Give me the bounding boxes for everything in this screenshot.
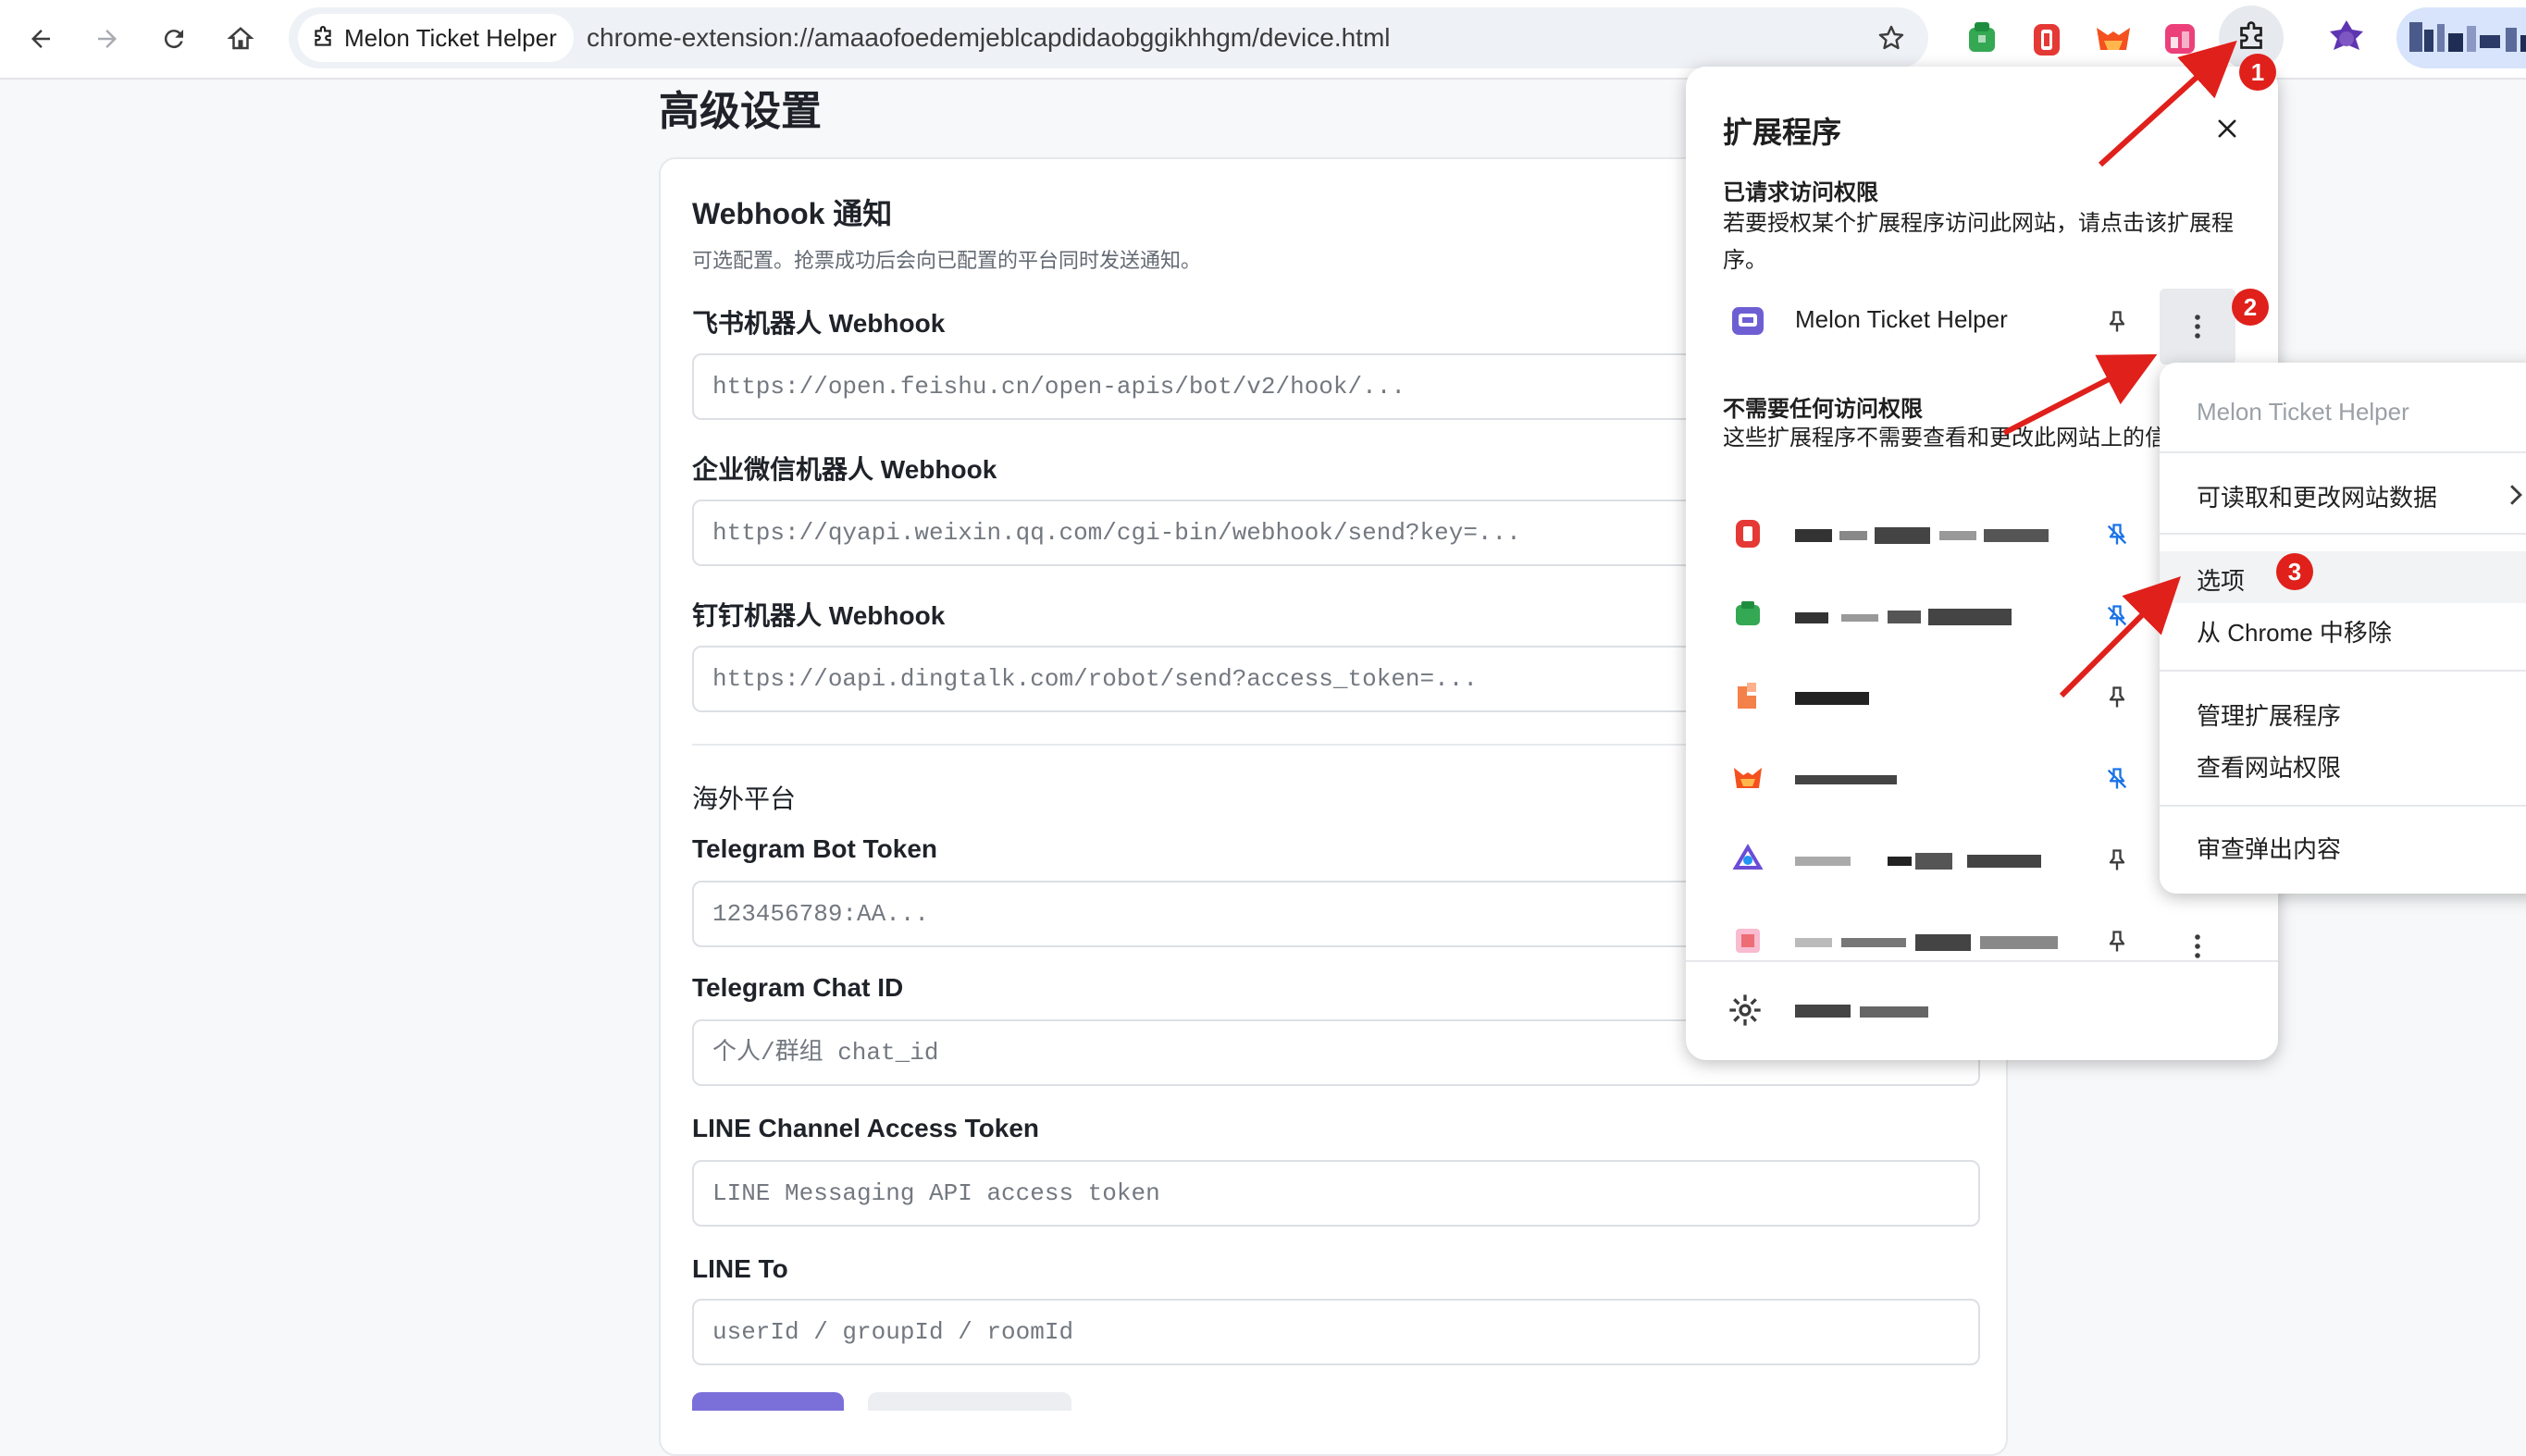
pinned-extension-purple-icon[interactable] (2324, 17, 2369, 61)
fox-extension-icon (1734, 768, 1762, 788)
no-access-description: 这些扩展程序不需要查看和更改此网站上的信息。 (1723, 426, 2204, 450)
close-icon (2218, 119, 2236, 138)
manage-extensions-row[interactable] (1686, 960, 2278, 1060)
pinned-extension-green-icon[interactable] (1960, 17, 2004, 61)
blurred-extension-name (1795, 692, 1869, 705)
site-chip-label: Melon Ticket Helper (344, 23, 557, 52)
melon-more-options-button[interactable] (2160, 289, 2235, 364)
gear-icon (1729, 994, 1761, 1026)
manage-extensions-item[interactable]: 管理扩展程序 (2197, 697, 2341, 732)
unpin-icon (2107, 605, 2127, 626)
save-button[interactable] (692, 1392, 844, 1411)
forward-button[interactable] (81, 13, 133, 65)
feishu-webhook-label: 飞书机器人 Webhook (692, 309, 946, 338)
extensions-puzzle-icon (2240, 21, 2262, 49)
extension-row-melon[interactable]: Melon Ticket Helper (1686, 285, 2278, 364)
extension-puzzle-icon (315, 26, 331, 46)
melon-pin-button[interactable] (2097, 302, 2137, 342)
site-info-chip[interactable]: Melon Ticket Helper (298, 14, 574, 62)
line-to-input[interactable] (692, 1299, 1980, 1365)
red-extension-icon (1736, 520, 1760, 548)
requested-access-description: 若要授权某个扩展程序访问此网站，请点击该扩展程序。 (1723, 211, 2234, 273)
line-token-label: LINE Channel Access Token (692, 1114, 1039, 1142)
profile-chip[interactable] (2396, 7, 2526, 68)
pin-button[interactable] (2097, 921, 2137, 962)
card-description: 可选配置。抢票成功后会向已配置的平台同时发送通知。 (692, 249, 1202, 272)
pin-icon (2109, 311, 2125, 332)
unpin-button[interactable] (2097, 514, 2137, 555)
reload-icon (164, 30, 183, 49)
context-menu-separator (2160, 805, 2526, 807)
telegram-chat-id-label: Telegram Chat ID (692, 973, 904, 1002)
melon-extension-name: Melon Ticket Helper (1795, 305, 2008, 333)
line-to-label: LINE To (692, 1254, 788, 1283)
unpin-icon (2107, 524, 2127, 545)
address-bar[interactable]: Melon Ticket Helper chrome-extension://a… (289, 7, 1928, 68)
popup-close-button[interactable] (2204, 105, 2250, 152)
pinned-extension-fox-icon[interactable] (2091, 17, 2136, 61)
card-title: Webhook 通知 (692, 197, 893, 230)
unpin-button[interactable] (2097, 596, 2137, 636)
pin-button[interactable] (2097, 840, 2137, 881)
annotation-badge-3: 3 (2276, 553, 2313, 590)
overseas-section-label: 海外平台 (692, 784, 797, 813)
context-menu-separator (2160, 533, 2526, 535)
pin-icon (2109, 931, 2125, 952)
pin-icon (2109, 686, 2125, 708)
blurred-extension-name (1795, 527, 2049, 544)
telegram-token-label: Telegram Bot Token (692, 834, 938, 863)
context-menu-separator (2160, 670, 2526, 672)
annotation-badge-2: 2 (2232, 289, 2269, 326)
blurred-extension-name (1795, 853, 2041, 870)
unpin-icon (2107, 768, 2127, 789)
view-site-permissions-item[interactable]: 查看网站权限 (2197, 749, 2341, 784)
pinned-extension-pink-icon[interactable] (2158, 17, 2202, 61)
more-vertical-icon (2195, 934, 2200, 958)
more-vertical-icon (2195, 315, 2200, 339)
url-text[interactable]: chrome-extension://amaaofoedemjeblcapdid… (587, 7, 1391, 68)
annotation-badge-1: 1 (2239, 54, 2276, 91)
page-title: 高级设置 (659, 89, 822, 134)
home-icon (227, 27, 254, 50)
blurred-extension-name (1795, 609, 2012, 625)
pin-icon (2109, 849, 2125, 870)
forward-arrow-icon (98, 30, 117, 48)
dingtalk-webhook-label: 钉钉机器人 Webhook (692, 601, 946, 630)
remove-from-chrome-item[interactable]: 从 Chrome 中移除 (2197, 614, 2392, 648)
popup-title: 扩展程序 (1723, 116, 1842, 149)
bookmark-star-button[interactable] (1869, 16, 1913, 60)
pin-button[interactable] (2097, 677, 2137, 718)
line-token-input[interactable] (692, 1160, 1980, 1227)
blurred-extension-name (1795, 934, 2058, 951)
blurred-profile-avatar-icon (2409, 22, 2526, 52)
requested-access-heading: 已请求访问权限 (1723, 180, 1878, 205)
read-change-site-data-item[interactable]: 可读取和更改网站数据 (2197, 479, 2437, 513)
inspect-popup-item[interactable]: 审查弹出内容 (2197, 831, 2341, 865)
extension-context-menu: Melon Ticket Helper 可读取和更改网站数据 选项 从 Chro… (2160, 363, 2526, 894)
green-extension-icon (1736, 601, 1760, 625)
orange-extension-icon (1738, 683, 1756, 709)
chevron-right-icon (2510, 485, 2522, 505)
context-menu-header: Melon Ticket Helper (2197, 398, 2409, 426)
back-button[interactable] (15, 13, 67, 65)
blurred-manage-label (1795, 1005, 1928, 1018)
unpin-button[interactable] (2097, 759, 2137, 799)
purple-extension-icon (1732, 844, 1764, 870)
wecom-webhook-label: 企业微信机器人 Webhook (692, 455, 997, 484)
no-access-heading: 不需要任何访问权限 (1723, 397, 1923, 422)
context-menu-separator (2160, 451, 2526, 453)
pinned-extension-red-icon[interactable] (2025, 17, 2069, 61)
melon-extension-icon (1732, 307, 1764, 335)
home-button[interactable] (215, 13, 266, 65)
star-icon (1878, 25, 1904, 50)
back-arrow-icon (31, 30, 50, 48)
blurred-extension-name (1795, 775, 1897, 784)
secondary-button[interactable] (868, 1392, 1071, 1411)
reload-button[interactable] (148, 13, 200, 65)
pink-extension-icon (1736, 929, 1760, 953)
options-menu-item[interactable]: 选项 (2197, 562, 2245, 597)
